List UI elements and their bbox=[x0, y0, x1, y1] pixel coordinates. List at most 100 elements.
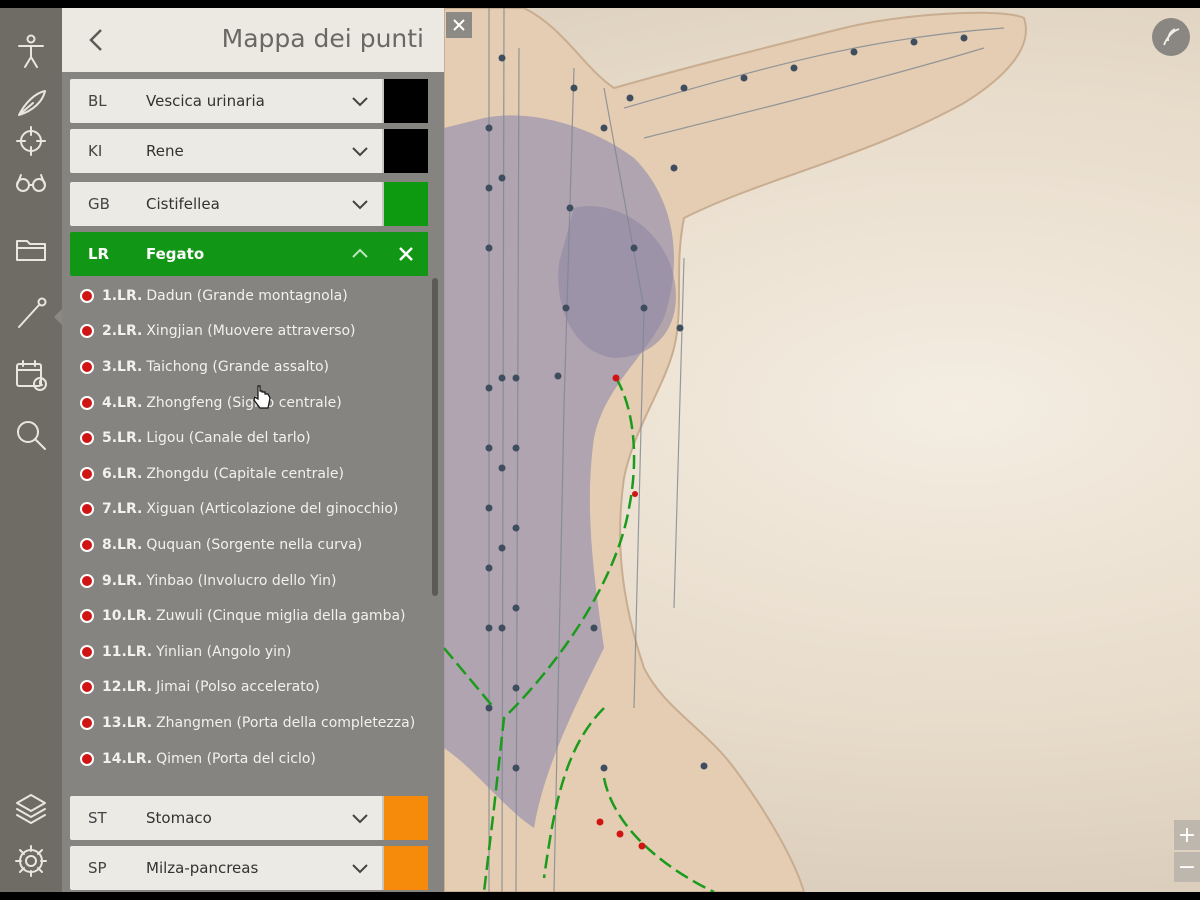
list-item[interactable]: 9.LR. Yinbao (Involucro dello Yin) bbox=[70, 563, 430, 599]
list-item[interactable]: 12.LR. Jimai (Polso accelerato) bbox=[70, 670, 430, 706]
close-icon[interactable] bbox=[394, 242, 418, 266]
point-id: 6.LR. bbox=[102, 465, 143, 482]
chevron-up-icon[interactable] bbox=[348, 242, 372, 266]
feather-icon[interactable] bbox=[10, 82, 52, 124]
point-label: Yinbao (Involucro dello Yin) bbox=[146, 572, 337, 589]
point-marker-icon bbox=[80, 644, 94, 659]
meridian-color-swatch[interactable] bbox=[382, 796, 428, 840]
brand-logo bbox=[1152, 18, 1190, 56]
point-id: 9.LR. bbox=[102, 572, 143, 589]
chevron-down-icon[interactable] bbox=[348, 139, 372, 163]
chevron-down-icon[interactable] bbox=[348, 89, 372, 113]
meridian-color-swatch[interactable] bbox=[382, 182, 428, 226]
meridian-code: SP bbox=[88, 859, 107, 877]
back-button[interactable] bbox=[76, 20, 116, 60]
point-id: 8.LR. bbox=[102, 536, 143, 553]
points-list: 1.LR. Dadun (Grande montagnola) 2.LR. Xing… bbox=[70, 278, 430, 776]
meridian-color-swatch[interactable] bbox=[382, 79, 428, 123]
list-item[interactable]: 7.LR. Xiguan (Articolazione del ginocchio… bbox=[70, 492, 430, 528]
meridian-color-swatch[interactable] bbox=[382, 129, 428, 173]
search-icon[interactable] bbox=[10, 414, 52, 456]
zoom-out-button[interactable]: − bbox=[1174, 852, 1200, 882]
meridian-code: KI bbox=[88, 142, 103, 160]
meridian-code: LR bbox=[88, 245, 110, 263]
main-toolbar bbox=[0, 8, 63, 892]
app-window: Mappa dei punti BL Vescica urinaria KI R… bbox=[0, 8, 1200, 892]
panel-title: Mappa dei punti bbox=[221, 24, 424, 53]
points-map-panel: Mappa dei punti BL Vescica urinaria KI R… bbox=[62, 8, 444, 892]
point-id: 1.LR. bbox=[102, 287, 143, 304]
point-label: Zhongfeng (Sigillo centrale) bbox=[146, 394, 342, 411]
list-item[interactable]: 5.LR. Ligou (Canale del tarlo) bbox=[70, 420, 430, 456]
point-label: Zhangmen (Porta della completezza) bbox=[156, 714, 416, 731]
list-item[interactable]: 14.LR. Qimen (Porta del ciclo) bbox=[70, 741, 430, 777]
point-label: Yinlian (Angolo yin) bbox=[156, 643, 292, 660]
gear-icon[interactable] bbox=[10, 840, 52, 882]
point-marker-icon bbox=[80, 751, 94, 766]
list-item[interactable]: 3.LR. Taichong (Grande assalto) bbox=[70, 349, 430, 385]
meridian-row-gb[interactable]: GB Cistifellea bbox=[70, 182, 428, 226]
close-panel-button[interactable] bbox=[446, 12, 472, 38]
point-marker-icon bbox=[80, 431, 94, 446]
point-marker-icon bbox=[80, 502, 94, 517]
chevron-down-icon[interactable] bbox=[348, 806, 372, 830]
point-marker-icon bbox=[80, 715, 94, 730]
point-label: Xiguan (Articolazione del ginocchio) bbox=[146, 501, 399, 518]
point-marker-icon bbox=[80, 324, 94, 339]
list-item[interactable]: 11.LR. Yinlian (Angolo yin) bbox=[70, 634, 430, 670]
layers-icon[interactable] bbox=[10, 788, 52, 830]
meridian-row-st[interactable]: ST Stomaco bbox=[70, 796, 428, 840]
point-marker-icon bbox=[80, 288, 94, 303]
zoom-in-button[interactable]: + bbox=[1174, 820, 1200, 850]
close-icon bbox=[453, 19, 465, 31]
point-marker-icon bbox=[80, 573, 94, 588]
points-scrollbar[interactable] bbox=[432, 278, 438, 596]
list-item[interactable]: 13.LR. Zhangmen (Porta della completezza) bbox=[70, 705, 430, 741]
point-label: Zhongdu (Capitale centrale) bbox=[146, 465, 344, 482]
panel-header: Mappa dei punti bbox=[62, 8, 444, 72]
target-icon[interactable] bbox=[10, 120, 52, 162]
body-model[interactable] bbox=[443, 8, 1200, 892]
point-marker-icon bbox=[80, 537, 94, 552]
body-icon[interactable] bbox=[10, 30, 52, 72]
list-item[interactable]: 1.LR. Dadun (Grande montagnola) bbox=[70, 278, 430, 314]
meridian-code: BL bbox=[88, 92, 107, 110]
point-id: 11.LR. bbox=[102, 643, 153, 660]
point-marker-icon bbox=[80, 680, 94, 695]
point-marker-icon bbox=[80, 395, 94, 410]
point-id: 5.LR. bbox=[102, 430, 143, 447]
meridian-code: ST bbox=[88, 809, 107, 827]
point-id: 13.LR. bbox=[102, 714, 153, 731]
meridian-row-sp[interactable]: SP Milza-pancreas bbox=[70, 846, 428, 890]
chevron-down-icon[interactable] bbox=[348, 192, 372, 216]
glasses-icon[interactable] bbox=[10, 160, 52, 202]
list-item[interactable]: 6.LR. Zhongdu (Capitale centrale) bbox=[70, 456, 430, 492]
mouse-cursor-icon bbox=[253, 385, 271, 409]
point-id: 2.LR. bbox=[102, 323, 143, 340]
meridian-code: GB bbox=[88, 195, 110, 213]
leaf-logo-icon bbox=[1163, 28, 1180, 46]
list-item[interactable]: 4.LR. Zhongfeng (Sigillo centrale) bbox=[70, 385, 430, 421]
list-item[interactable]: 8.LR. Ququan (Sorgente nella curva) bbox=[70, 527, 430, 563]
point-id: 7.LR. bbox=[102, 501, 143, 518]
meridian-row-ki[interactable]: KI Rene bbox=[70, 129, 428, 173]
point-label: Zuwuli (Cinque miglia della gamba) bbox=[156, 608, 406, 625]
chevron-left-icon bbox=[89, 29, 102, 51]
folder-icon[interactable] bbox=[10, 228, 52, 270]
meridian-row-bl[interactable]: BL Vescica urinaria bbox=[70, 79, 428, 123]
meridian-color-swatch[interactable] bbox=[382, 846, 428, 890]
meridian-name: Rene bbox=[146, 142, 184, 160]
calendar-icon[interactable] bbox=[10, 354, 52, 396]
meridian-row-lr[interactable]: LR Fegato bbox=[70, 232, 428, 276]
meridian-name: Vescica urinaria bbox=[146, 92, 265, 110]
point-label: Ligou (Canale del tarlo) bbox=[146, 430, 311, 447]
needle-icon[interactable] bbox=[10, 292, 52, 334]
anatomy-canvas[interactable] bbox=[443, 8, 1200, 892]
list-item[interactable]: 10.LR. Zuwuli (Cinque miglia della gamba) bbox=[70, 598, 430, 634]
meridian-name: Fegato bbox=[146, 245, 205, 263]
chevron-down-icon[interactable] bbox=[348, 856, 372, 880]
point-id: 3.LR. bbox=[102, 358, 143, 375]
point-label: Taichong (Grande assalto) bbox=[146, 358, 330, 375]
meridian-name: Cistifellea bbox=[146, 195, 220, 213]
list-item[interactable]: 2.LR. Xingjian (Muovere attraverso) bbox=[70, 314, 430, 350]
